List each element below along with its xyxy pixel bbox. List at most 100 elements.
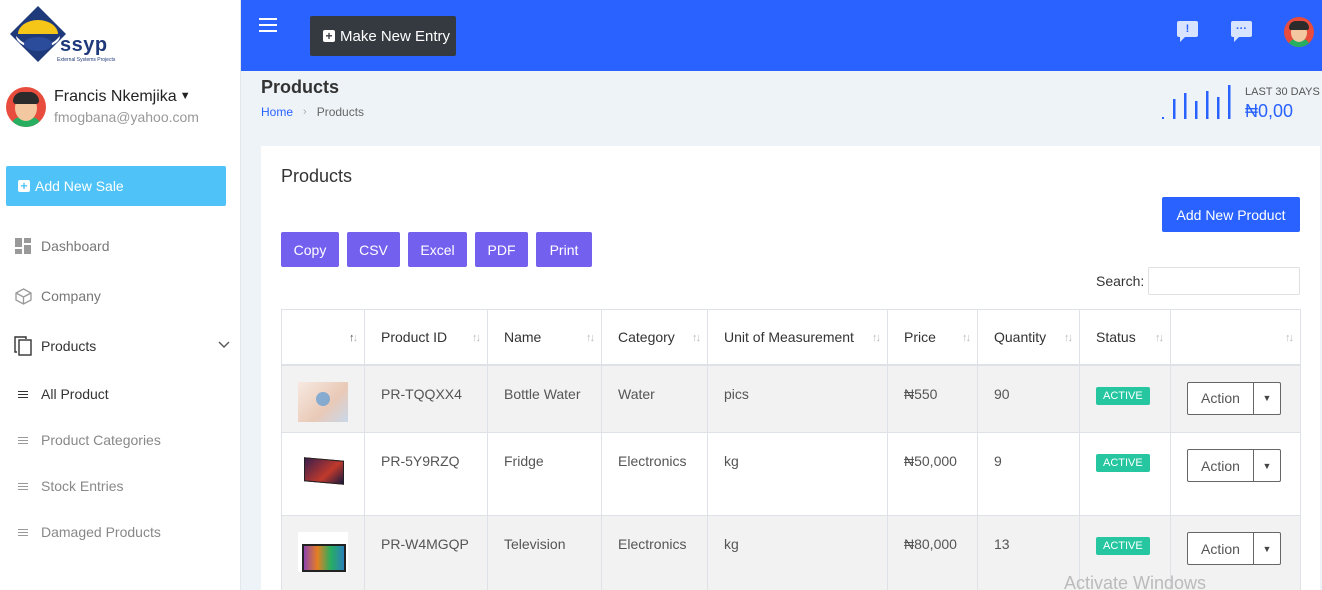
action-dropdown: Action ▼ [1187,532,1284,565]
add-new-sale-button[interactable]: + Add New Sale [6,166,226,206]
search-input[interactable] [1148,267,1300,295]
sort-icon: ↑↓ [472,332,481,344]
brand-name: ssyp [60,34,108,56]
product-image [298,532,348,572]
cell-quantity: 9 [977,432,1080,516]
caret-down-icon[interactable]: ▼ [1254,449,1281,482]
user-email: fmogbana@yahoo.com [54,109,199,125]
user-profile[interactable]: Francis Nkemjika ▼ fmogbana@yahoo.com [6,87,236,129]
csv-button[interactable]: CSV [347,232,400,267]
cell-name: Fridge [487,432,602,516]
column-header-category[interactable]: Category ↑↓ [601,309,708,366]
breadcrumb: Home › Products [261,105,364,119]
sort-icon: ↑↓ [962,332,971,344]
column-header-unit[interactable]: Unit of Measurement ↑↓ [707,309,888,366]
brand-tagline: External Systems Projects [57,57,116,63]
action-button[interactable]: Action [1187,381,1254,415]
export-buttons: Copy CSV Excel PDF Print [281,232,592,267]
cell-unit: pics [707,364,888,433]
stat-value: ₦0,00 [1245,101,1294,121]
sort-icon: ↑↓ [349,332,358,344]
action-dropdown: Action ▼ [1187,381,1284,415]
search-label: Search: [1096,273,1145,289]
column-header-quantity[interactable]: Quantity ↑↓ [977,309,1080,366]
sidebar: ssyp External Systems Projects Francis N… [0,0,241,590]
card-title: Products [281,166,353,186]
user-name[interactable]: Francis Nkemjika ▼ [54,88,191,106]
top-navbar: + Make New Entry ! ··· [241,0,1322,71]
status-badge: ACTIVE [1096,537,1150,555]
cell-category: Water [601,364,708,433]
sort-icon: ↑↓ [1285,332,1294,344]
plus-icon: + [323,30,335,42]
activate-windows-watermark: Activate Windows [1064,573,1207,590]
cell-product-id: PR-W4MGQP [364,515,488,590]
sort-icon: ↑↓ [586,332,595,344]
action-button[interactable]: Action [1187,532,1254,565]
list-icon [18,527,28,538]
chevron-down-icon[interactable]: ▼ [180,90,191,102]
pdf-button[interactable]: PDF [475,232,528,267]
status-badge: ACTIVE [1096,386,1150,405]
breadcrumb-current: Products [316,105,365,119]
products-table: ↑↓ Product ID ↑↓ Name ↑↓ Category ↑↓ Unit o… [281,309,1301,590]
sidebar-subitem-damaged-products[interactable]: Damaged Products [18,522,228,542]
sidebar-item-products[interactable]: Products [14,334,234,358]
column-header-image[interactable]: ↑↓ [281,309,365,366]
print-button[interactable]: Print [536,232,592,267]
avatar[interactable] [6,87,46,127]
alert-message-icon[interactable]: ! [1177,21,1199,42]
cell-price: ₦50,000 [887,432,978,516]
page-title: Products [261,77,340,97]
cell-unit: kg [707,515,888,590]
column-header-action[interactable]: ↑↓ [1170,309,1301,366]
list-icon [18,435,28,446]
column-header-product-id[interactable]: Product ID ↑↓ [364,309,488,366]
cell-unit: kg [707,432,888,516]
cube-icon [14,287,32,305]
cell-product-id: PR-TQQXX4 [364,364,488,433]
list-icon [18,389,28,400]
chevron-down-icon[interactable] [218,338,230,352]
list-icon [18,481,28,492]
avatar[interactable] [1284,17,1314,47]
chat-message-icon[interactable]: ··· [1231,21,1253,42]
column-header-name[interactable]: Name ↑↓ [487,309,602,366]
sidebar-item-dashboard[interactable]: Dashboard [14,234,234,258]
action-button[interactable]: Action [1187,449,1254,482]
table-row: PR-TQQXX4 Bottle Water Water pics ₦550 9… [281,364,1301,433]
sort-icon: ↑↓ [692,332,701,344]
product-image [298,381,348,422]
cell-category: Electronics [601,515,708,590]
hamburger-menu-icon[interactable] [259,18,277,32]
make-new-entry-button[interactable]: + Make New Entry [310,16,456,56]
table-header-row: ↑↓ Product ID ↑↓ Name ↑↓ Category ↑↓ Unit o… [281,309,1301,366]
cell-price: ₦550 [887,364,978,433]
sort-icon: ↑↓ [872,332,881,344]
caret-down-icon[interactable]: ▼ [1254,381,1281,415]
column-header-status[interactable]: Status ↑↓ [1079,309,1171,366]
sidebar-subitem-stock-entries[interactable]: Stock Entries [18,476,228,496]
logo-mark-icon [10,6,66,62]
cell-price: ₦80,000 [887,515,978,590]
brand-logo[interactable]: ssyp External Systems Projects [8,4,118,63]
sidebar-item-company[interactable]: Company [14,284,234,308]
products-card: Products Add New Product Copy CSV Excel … [261,146,1320,590]
cell-category: Electronics [601,432,708,516]
sidebar-subitem-all-product[interactable]: All Product [18,384,228,404]
sidebar-subitem-product-categories[interactable]: Product Categories [18,430,228,450]
dashboard-icon [14,237,32,255]
table-row: PR-5Y9RZQ Fridge Electronics kg ₦50,000 … [281,432,1301,516]
copy-button[interactable]: Copy [281,232,339,267]
cell-product-id: PR-5Y9RZQ [364,432,488,516]
breadcrumb-home-link[interactable]: Home [261,105,293,119]
add-new-product-button[interactable]: Add New Product [1162,197,1300,232]
product-image [298,449,348,489]
sort-icon: ↑↓ [1064,332,1073,344]
caret-down-icon[interactable]: ▼ [1254,532,1281,565]
column-header-price[interactable]: Price ↑↓ [887,309,978,366]
excel-button[interactable]: Excel [408,232,467,267]
sparkline-chart-icon [1162,85,1231,119]
plus-icon: + [18,180,30,192]
cell-quantity: 90 [977,364,1080,433]
